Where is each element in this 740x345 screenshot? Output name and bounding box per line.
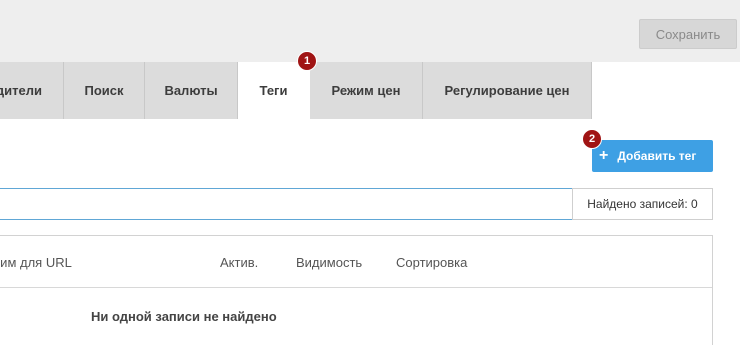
tab-label: Валюты (164, 83, 218, 98)
records-found-count: Найдено записей: 0 (572, 188, 713, 220)
column-header-sort[interactable]: Сортировка (396, 255, 467, 270)
tab-label: Теги (259, 83, 288, 98)
tab-label: Регулирование цен (444, 83, 570, 98)
plus-icon: + (599, 147, 609, 164)
add-tag-button[interactable]: + Добавить тег (592, 140, 713, 172)
column-header-url-alias[interactable]: ним для URL (0, 255, 72, 270)
tab-label: дители (0, 83, 42, 98)
top-toolbar: Сохранить (0, 0, 740, 62)
tab-search[interactable]: Поиск (64, 62, 145, 119)
tab-label: Поиск (84, 83, 124, 98)
empty-table-message: Ни одной записи не найдено (91, 309, 277, 324)
tab-label: Режим цен (331, 83, 401, 98)
tags-table: ним для URL Актив. Видимость Сортировка … (0, 235, 713, 345)
column-header-active[interactable]: Актив. (220, 255, 258, 270)
hint-badge-1: 1 (297, 51, 317, 71)
table-header: ним для URL Актив. Видимость Сортировка (0, 236, 712, 288)
tab-currencies[interactable]: Валюты (145, 62, 238, 119)
save-button[interactable]: Сохранить (639, 19, 737, 49)
column-header-visibility[interactable]: Видимость (296, 255, 362, 270)
tab-bar: дители Поиск Валюты Теги Режим цен Регул… (0, 62, 740, 119)
tab-price-regulation[interactable]: Регулирование цен (423, 62, 592, 119)
tab-manufacturers[interactable]: дители (0, 62, 64, 119)
search-input[interactable] (0, 188, 573, 220)
hint-badge-2: 2 (582, 129, 602, 149)
tab-tags[interactable]: Теги (238, 62, 310, 119)
tab-price-mode[interactable]: Режим цен (310, 62, 423, 119)
add-tag-label: Добавить тег (617, 149, 697, 163)
